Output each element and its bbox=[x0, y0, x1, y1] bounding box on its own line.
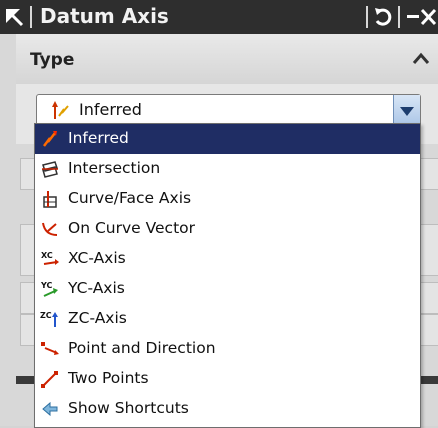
type-select-value: Inferred bbox=[79, 100, 142, 119]
collapse-chevron-up-icon[interactable] bbox=[410, 48, 432, 70]
two-points-icon bbox=[41, 371, 58, 388]
inferred-icon bbox=[43, 131, 57, 147]
title-separator bbox=[398, 6, 400, 28]
reset-icon[interactable] bbox=[372, 4, 396, 30]
intersection-icon bbox=[42, 161, 58, 178]
svg-text:YC: YC bbox=[40, 281, 53, 290]
inferred-icon bbox=[52, 101, 69, 119]
option-label: Point and Direction bbox=[68, 339, 216, 357]
zc-axis-icon: ZC bbox=[40, 311, 58, 327]
option-xc-axis[interactable]: XC XC-Axis bbox=[35, 244, 420, 274]
option-label: Intersection bbox=[68, 159, 161, 177]
title-separator bbox=[366, 6, 368, 28]
title-separator bbox=[30, 6, 32, 28]
option-label: Two Points bbox=[68, 369, 149, 387]
curve-face-axis-icon bbox=[43, 191, 57, 208]
option-label: XC-Axis bbox=[68, 249, 126, 267]
show-shortcuts-icon bbox=[42, 401, 58, 417]
type-dropdown-list: Inferred Intersection Curve/Face Axis On… bbox=[34, 123, 421, 428]
option-label: YC-Axis bbox=[68, 279, 125, 297]
svg-text:XC: XC bbox=[41, 251, 53, 260]
option-label: On Curve Vector bbox=[68, 219, 195, 237]
type-group-header[interactable]: Type bbox=[16, 34, 438, 85]
option-point-and-direction[interactable]: Point and Direction bbox=[35, 334, 420, 364]
option-inferred[interactable]: Inferred bbox=[35, 124, 420, 154]
close-icon[interactable] bbox=[418, 4, 438, 30]
option-two-points[interactable]: Two Points bbox=[35, 364, 420, 394]
option-label: Show Shortcuts bbox=[68, 399, 189, 417]
on-curve-vector-icon bbox=[42, 222, 58, 236]
option-label: ZC-Axis bbox=[68, 309, 127, 327]
option-yc-axis[interactable]: YC YC-Axis bbox=[35, 274, 420, 304]
xc-axis-icon: XC bbox=[41, 251, 59, 265]
type-group-label: Type bbox=[30, 50, 75, 70]
yc-axis-icon: YC bbox=[40, 281, 58, 297]
option-label: Inferred bbox=[68, 129, 129, 147]
option-zc-axis[interactable]: ZC ZC-Axis bbox=[35, 304, 420, 334]
option-intersection[interactable]: Intersection bbox=[35, 154, 420, 184]
option-show-shortcuts[interactable]: Show Shortcuts bbox=[35, 394, 420, 424]
point-direction-icon bbox=[41, 342, 59, 355]
option-curve-face-axis[interactable]: Curve/Face Axis bbox=[35, 184, 420, 214]
option-on-curve-vector[interactable]: On Curve Vector bbox=[35, 214, 420, 244]
svg-text:ZC: ZC bbox=[40, 311, 52, 320]
window-title: Datum Axis bbox=[40, 4, 169, 28]
title-bar: Datum Axis bbox=[0, 0, 438, 34]
resize-corner-icon[interactable] bbox=[4, 7, 24, 27]
option-label: Curve/Face Axis bbox=[68, 189, 192, 207]
